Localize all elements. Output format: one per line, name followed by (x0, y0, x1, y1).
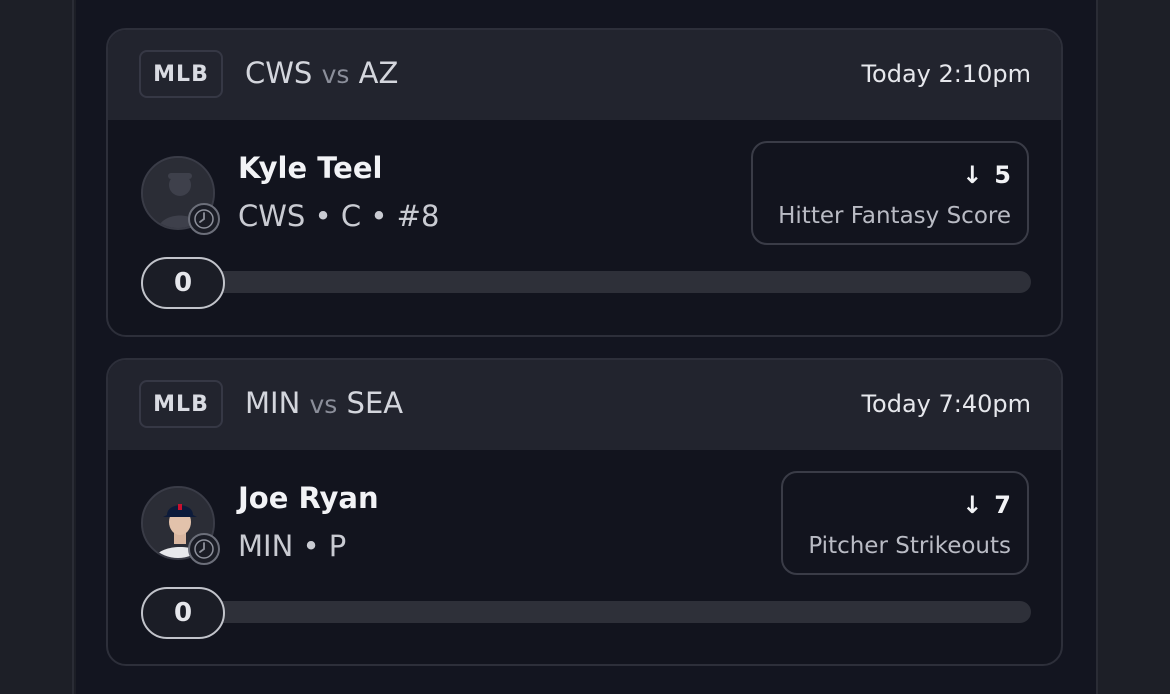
matchup[interactable]: MIN vs SEA (245, 386, 403, 420)
game-time: Today 7:40pm (861, 390, 1031, 418)
arrow-down-icon: ↓ (962, 491, 983, 519)
pick-card[interactable]: MLB MIN vs SEA Today 7:40pm Joe Ryan MIN… (106, 358, 1063, 666)
right-panel (1096, 0, 1170, 694)
line-value: 5 (994, 161, 1011, 189)
card-header: MLB CWS vs AZ Today 2:10pm (108, 30, 1061, 120)
progress-track (204, 271, 1031, 293)
away-team: CWS (245, 56, 313, 90)
pick-card[interactable]: MLB CWS vs AZ Today 2:10pm Kyle Teel CWS… (106, 28, 1063, 337)
matchup[interactable]: CWS vs AZ (245, 56, 398, 90)
progress-value: 0 (141, 587, 225, 639)
progress-value: 0 (141, 257, 225, 309)
prop-line: ↓ 7 (962, 491, 1011, 519)
league-badge: MLB (139, 50, 223, 98)
stat-type: Pitcher Strikeouts (808, 533, 1011, 559)
away-team: MIN (245, 386, 301, 420)
league-badge: MLB (139, 380, 223, 428)
arrow-down-icon: ↓ (962, 161, 983, 189)
prop-line: ↓ 5 (962, 161, 1011, 189)
clock-icon (188, 533, 220, 565)
player-name[interactable]: Joe Ryan (238, 481, 379, 515)
card-header: MLB MIN vs SEA Today 7:40pm (108, 360, 1061, 450)
vs-label: vs (309, 390, 338, 419)
line-value: 7 (994, 491, 1011, 519)
home-team: AZ (358, 56, 399, 90)
left-panel (0, 0, 74, 694)
clock-icon (188, 203, 220, 235)
game-time: Today 2:10pm (861, 60, 1031, 88)
player-name[interactable]: Kyle Teel (238, 151, 382, 185)
stat-type: Hitter Fantasy Score (778, 203, 1011, 229)
player-meta: CWS • C • #8 (238, 199, 440, 233)
prop-line-box[interactable]: ↓ 7 Pitcher Strikeouts (781, 471, 1029, 575)
home-team: SEA (346, 386, 404, 420)
progress-track (204, 601, 1031, 623)
prop-line-box[interactable]: ↓ 5 Hitter Fantasy Score (751, 141, 1029, 245)
vs-label: vs (321, 60, 350, 89)
player-meta: MIN • P (238, 529, 347, 563)
